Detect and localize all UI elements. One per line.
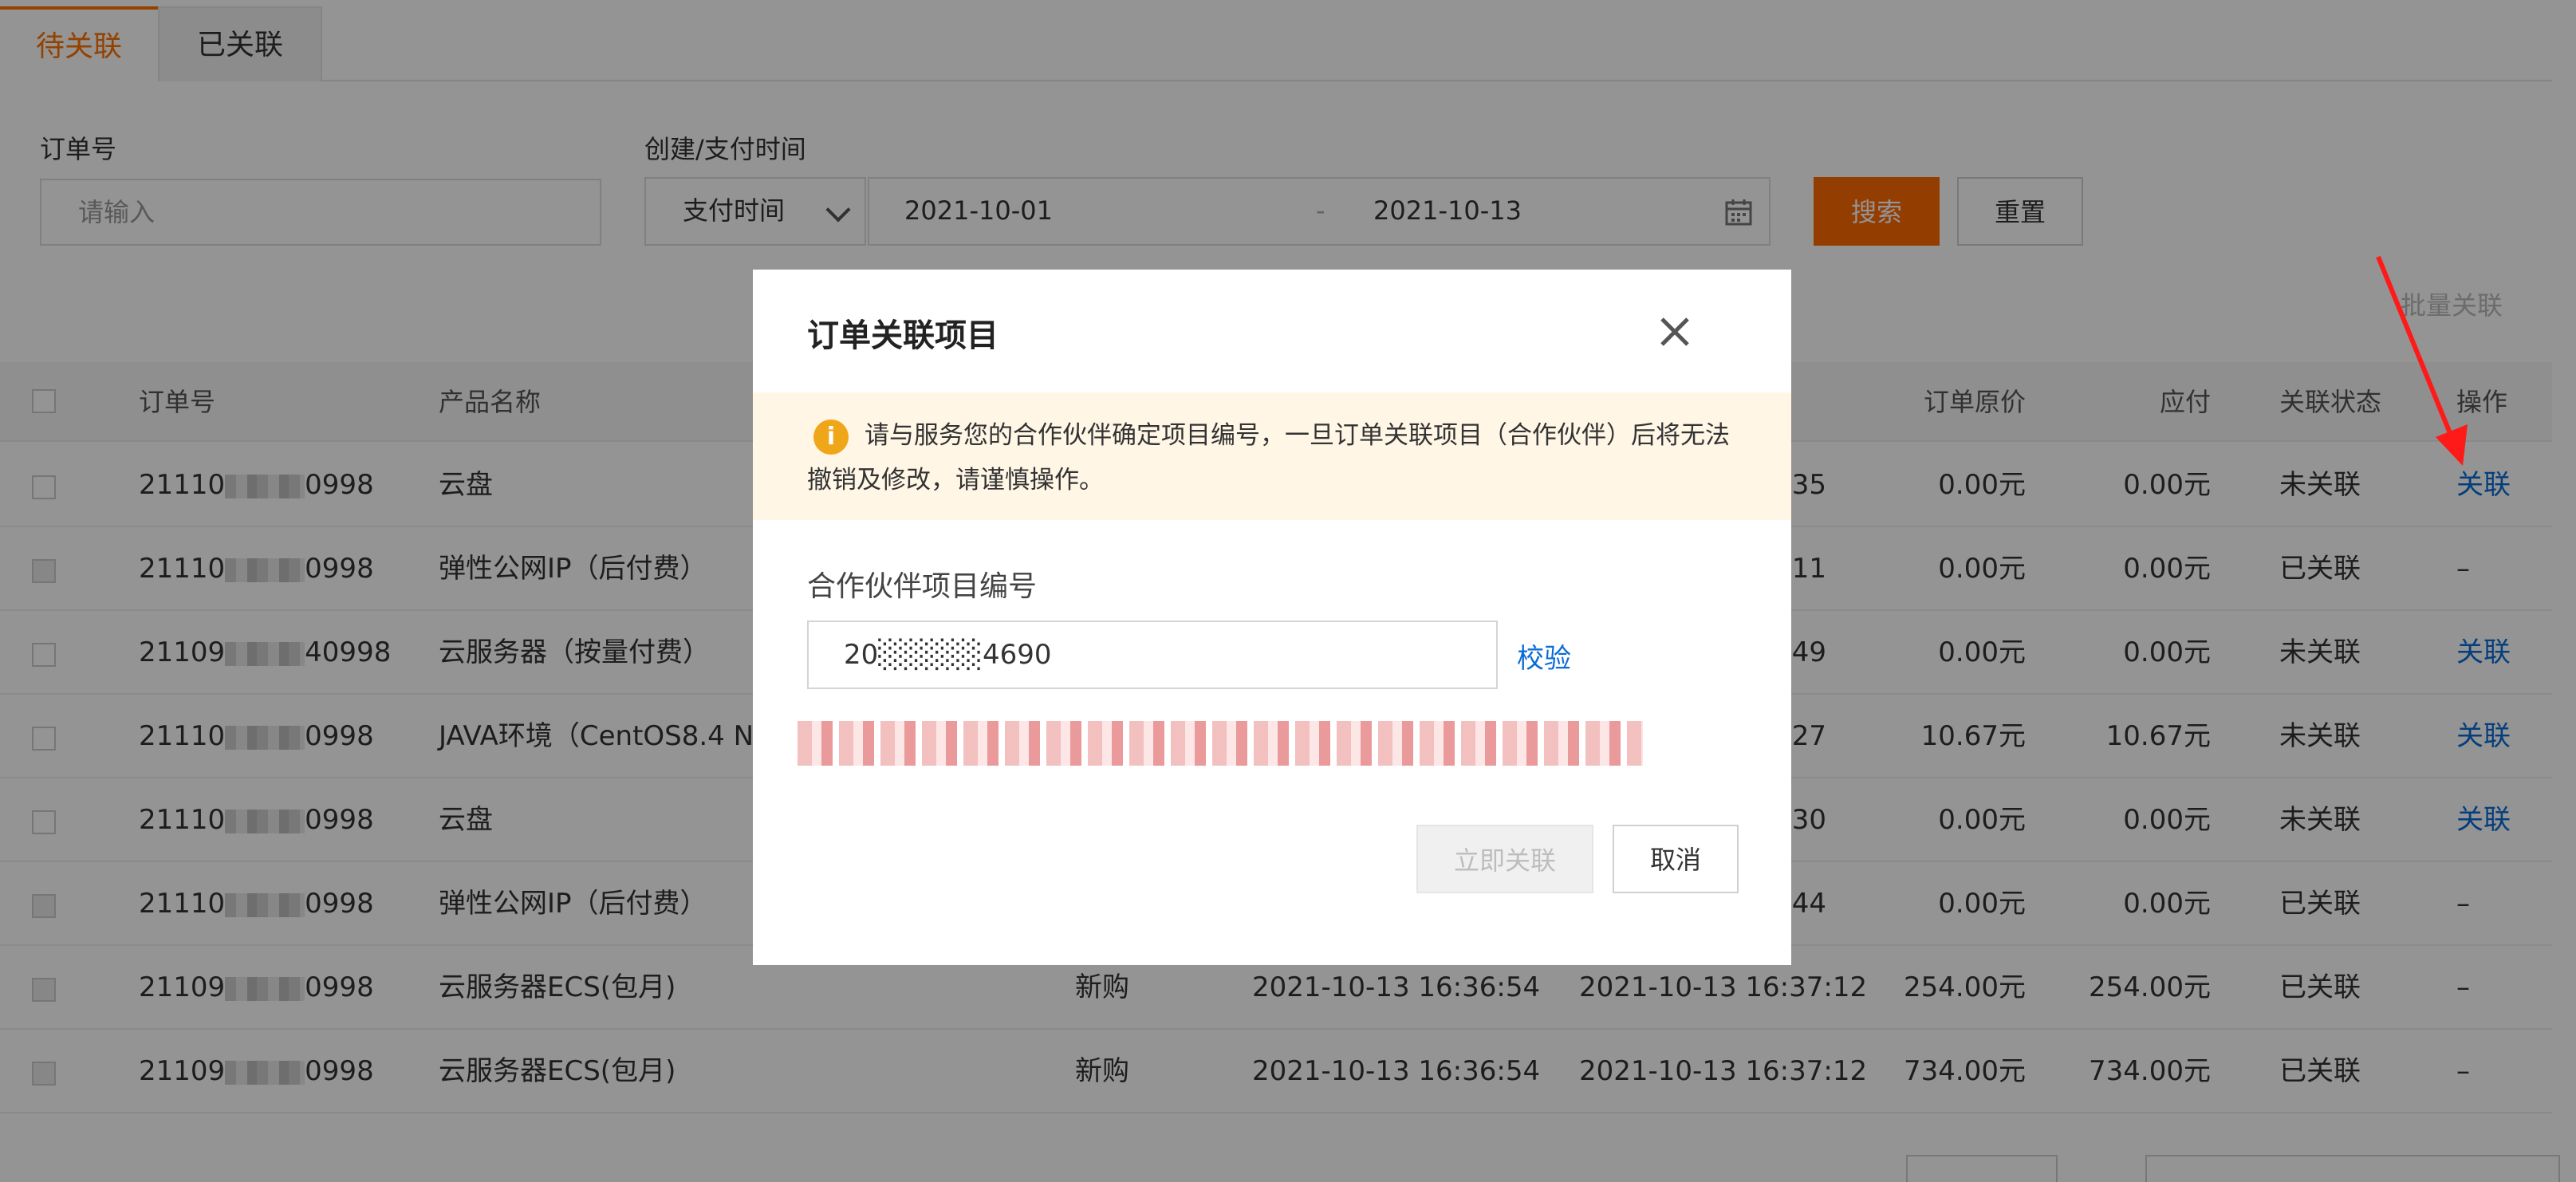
close-icon[interactable]: [1651, 308, 1699, 356]
redacted-message: [798, 721, 1643, 766]
red-arrow-annotation: [2376, 255, 2468, 466]
notice-text-line1: 请与服务您的合作伙伴确定项目编号，一旦订单关联项目（合作伙伴）后将无法: [865, 421, 1730, 450]
notice-text-line2: 撤销及修改，请谨慎操作。: [807, 466, 1104, 494]
confirm-link-button[interactable]: 立即关联: [1416, 825, 1593, 893]
info-icon: i: [813, 420, 849, 455]
dialog-title: 订单关联项目: [807, 317, 998, 354]
link-project-dialog: 订单关联项目 i 请与服务您的合作伙伴确定项目编号，一旦订单关联项目（合作伙伴）…: [753, 270, 1791, 965]
project-no-label: 合作伙伴项目编号: [807, 570, 1038, 603]
project-no-input[interactable]: 20░░░░░4690: [807, 621, 1498, 689]
cancel-button[interactable]: 取消: [1613, 825, 1739, 893]
verify-link[interactable]: 校验: [1517, 636, 1571, 676]
warning-notice: i 请与服务您的合作伙伴确定项目编号，一旦订单关联项目（合作伙伴）后将无法 撤销…: [753, 392, 1791, 520]
